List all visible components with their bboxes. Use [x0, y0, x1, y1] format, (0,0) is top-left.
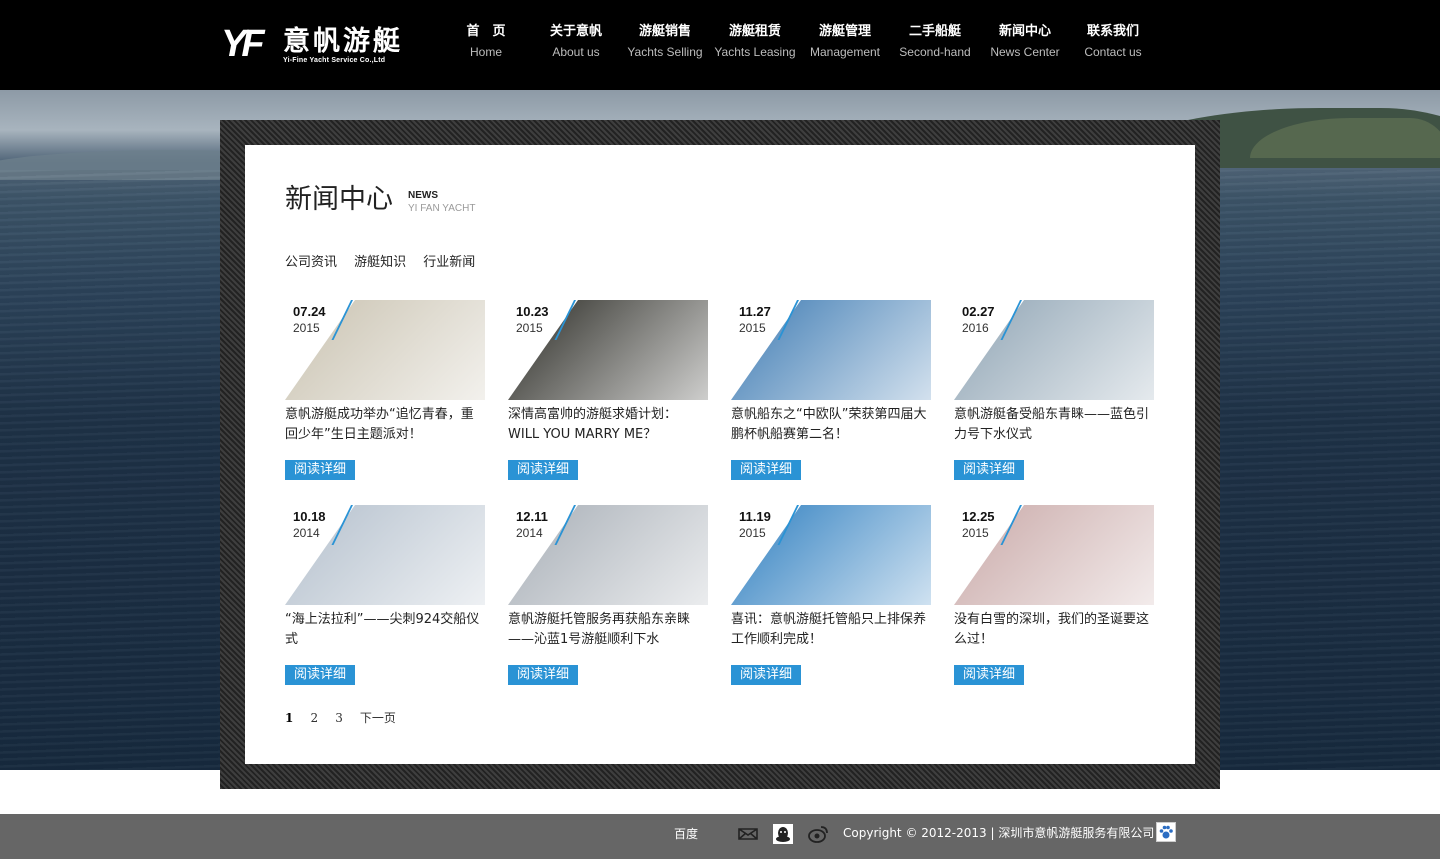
- read-more-button[interactable]: 阅读详细: [954, 665, 1024, 685]
- nav-item-about[interactable]: 关于意帆 About us: [530, 22, 622, 62]
- news-card: 02.27 2016 意帆游艇备受船东青睐——蓝色引力号下水仪式阅读详细: [954, 300, 1154, 490]
- news-date: 11.19: [739, 509, 771, 524]
- page-link-3[interactable]: 3: [335, 708, 343, 728]
- baidu-paw-icon[interactable]: [1156, 822, 1176, 842]
- news-thumbnail[interactable]: 10.23 2015: [508, 300, 708, 400]
- logo-chinese-name: 意帆游艇: [283, 26, 403, 57]
- news-year: 2015: [962, 526, 989, 540]
- news-year: 2015: [739, 526, 766, 540]
- nav-item-management[interactable]: 游艇管理 Management: [799, 22, 891, 62]
- news-thumbnail[interactable]: 07.24 2015: [285, 300, 485, 400]
- nav-item-second-hand[interactable]: 二手船艇 Second-hand: [889, 22, 981, 62]
- tab-company-news[interactable]: 公司资讯: [285, 253, 337, 273]
- page-link-1[interactable]: 1: [285, 708, 293, 728]
- news-card: 12.11 2014 意帆游艇托管服务再获船东亲睐——沁蓝1号游艇顺利下水阅读详细: [508, 505, 708, 695]
- news-title-link[interactable]: 喜讯：意帆游艇托管船只上排保养工作顺利完成！: [731, 610, 931, 650]
- news-card: 07.24 2015 意帆游艇成功举办“追忆青春，重回少年”生日主题派对！ 阅读详细: [285, 300, 485, 490]
- news-card: 11.19 2015 喜讯：意帆游艇托管船只上排保养工作顺利完成！ 阅读详细: [731, 505, 931, 695]
- news-title-link[interactable]: 没有白雪的深圳，我们的圣诞要这么过！: [954, 610, 1154, 650]
- mail-icon[interactable]: [737, 823, 759, 845]
- page-link-2[interactable]: 2: [310, 708, 318, 728]
- qq-icon[interactable]: [772, 823, 794, 845]
- news-year: 2015: [293, 321, 320, 335]
- nav-label-en: Management: [809, 45, 881, 59]
- tab-yacht-knowledge[interactable]: 游艇知识: [354, 253, 406, 273]
- baidu-link[interactable]: 百度: [674, 824, 698, 844]
- site-logo[interactable]: YF 意帆游艇 Yi-Fine Yacht Service Co.,Ltd: [221, 24, 421, 68]
- tab-industry-news[interactable]: 行业新闻: [423, 253, 475, 273]
- news-date: 10.18: [293, 509, 326, 524]
- read-more-button[interactable]: 阅读详细: [731, 460, 801, 480]
- site-footer: 百度 Copyright © 2012-2013 | 深圳市意帆游艇服务有限公司: [0, 814, 1440, 859]
- nav-label-cn: 关于意帆: [549, 24, 602, 39]
- nav-label-en: Second-hand: [899, 45, 971, 59]
- read-more-button[interactable]: 阅读详细: [508, 665, 578, 685]
- news-title-link[interactable]: 意帆游艇托管服务再获船东亲睐——沁蓝1号游艇顺利下水: [508, 610, 708, 650]
- next-page-link[interactable]: 下一页: [360, 708, 396, 728]
- nav-label-cn: 二手船艇: [908, 24, 961, 39]
- logo-english-name: Yi-Fine Yacht Service Co.,Ltd: [283, 57, 386, 64]
- section-title: 新闻中心: [285, 184, 393, 215]
- news-date: 10.23: [516, 304, 549, 319]
- news-date: 12.11: [516, 509, 548, 524]
- nav-label-cn: 新闻中心: [998, 24, 1051, 39]
- nav-label-cn: 游艇管理: [818, 24, 871, 39]
- news-card: 12.25 2015 没有白雪的深圳，我们的圣诞要这么过！ 阅读详细: [954, 505, 1154, 695]
- news-thumbnail[interactable]: 02.27 2016: [954, 300, 1154, 400]
- read-more-button[interactable]: 阅读详细: [285, 665, 355, 685]
- section-title-en: NEWS: [408, 190, 438, 201]
- news-card: 10.23 2015 深情高富帅的游艇求婚计划：WILL YOU MARRY ME？…: [508, 300, 708, 490]
- read-more-button[interactable]: 阅读详细: [508, 460, 578, 480]
- pagination: 1 2 3 下一页: [285, 707, 408, 727]
- logo-mark: YF: [221, 23, 265, 65]
- nav-item-news[interactable]: 新闻中心 News Center: [979, 22, 1071, 62]
- news-title-link[interactable]: 意帆游艇备受船东青睐——蓝色引力号下水仪式: [954, 405, 1154, 445]
- nav-item-leasing[interactable]: 游艇租赁 Yachts Leasing: [709, 22, 801, 62]
- site-header: YF 意帆游艇 Yi-Fine Yacht Service Co.,Ltd 首 …: [0, 0, 1440, 90]
- news-title-link[interactable]: 深情高富帅的游艇求婚计划：WILL YOU MARRY ME？: [508, 405, 708, 445]
- news-card: 11.27 2015 意帆船东之“中欧队”荣获第四届大鹏杯帆船赛第二名！ 阅读详细: [731, 300, 931, 490]
- news-panel: 新闻中心 NEWS YI FAN YACHT 公司资讯 游艇知识 行业新闻 07…: [245, 145, 1195, 764]
- copyright-text: Copyright © 2012-2013 | 深圳市意帆游艇服务有限公司: [843, 826, 1155, 840]
- news-title-link[interactable]: 意帆船东之“中欧队”荣获第四届大鹏杯帆船赛第二名！: [731, 405, 931, 445]
- nav-label-en: Yachts Selling: [627, 45, 703, 59]
- nav-label-cn: 游艇销售: [638, 24, 691, 39]
- read-more-button[interactable]: 阅读详细: [731, 665, 801, 685]
- nav-label-cn: 联系我们: [1086, 24, 1139, 39]
- nav-label-en: Contact us: [1084, 45, 1142, 59]
- news-year: 2014: [516, 526, 543, 540]
- news-year: 2014: [293, 526, 320, 540]
- news-date: 12.25: [962, 509, 995, 524]
- news-card: 10.18 2014 “海上法拉利”——尖刺924交船仪式阅读详细: [285, 505, 485, 695]
- nav-item-selling[interactable]: 游艇销售 Yachts Selling: [619, 22, 711, 62]
- news-date: 07.24: [293, 304, 326, 319]
- nav-item-home[interactable]: 首 页 Home: [440, 22, 532, 62]
- news-year: 2015: [739, 321, 766, 335]
- news-date: 02.27: [962, 304, 995, 319]
- nav-label-en: About us: [552, 45, 600, 59]
- nav-label-en: Home: [469, 45, 502, 59]
- section-subtitle: YI FAN YACHT: [408, 203, 476, 214]
- news-thumbnail[interactable]: 11.27 2015: [731, 300, 931, 400]
- weibo-icon[interactable]: [807, 823, 829, 845]
- news-year: 2016: [962, 321, 989, 335]
- nav-label-cn: 游艇租赁: [728, 24, 781, 39]
- nav-item-contact[interactable]: 联系我们 Contact us: [1067, 22, 1159, 62]
- news-title-link[interactable]: 意帆游艇成功举办“追忆青春，重回少年”生日主题派对！: [285, 405, 485, 445]
- read-more-button[interactable]: 阅读详细: [285, 460, 355, 480]
- news-thumbnail[interactable]: 12.11 2014: [508, 505, 708, 605]
- nav-label-cn: 首 页: [466, 24, 506, 39]
- news-year: 2015: [516, 321, 543, 335]
- news-title-link[interactable]: “海上法拉利”——尖刺924交船仪式: [285, 610, 485, 650]
- news-thumbnail[interactable]: 10.18 2014: [285, 505, 485, 605]
- read-more-button[interactable]: 阅读详细: [954, 460, 1024, 480]
- news-thumbnail[interactable]: 11.19 2015: [731, 505, 931, 605]
- category-tabs: 公司资讯 游艇知识 行业新闻: [285, 251, 487, 271]
- content-frame: 新闻中心 NEWS YI FAN YACHT 公司资讯 游艇知识 行业新闻 07…: [220, 120, 1220, 789]
- nav-label-en: News Center: [990, 45, 1060, 59]
- news-thumbnail[interactable]: 12.25 2015: [954, 505, 1154, 605]
- nav-label-en: Yachts Leasing: [714, 45, 796, 59]
- news-date: 11.27: [739, 304, 771, 319]
